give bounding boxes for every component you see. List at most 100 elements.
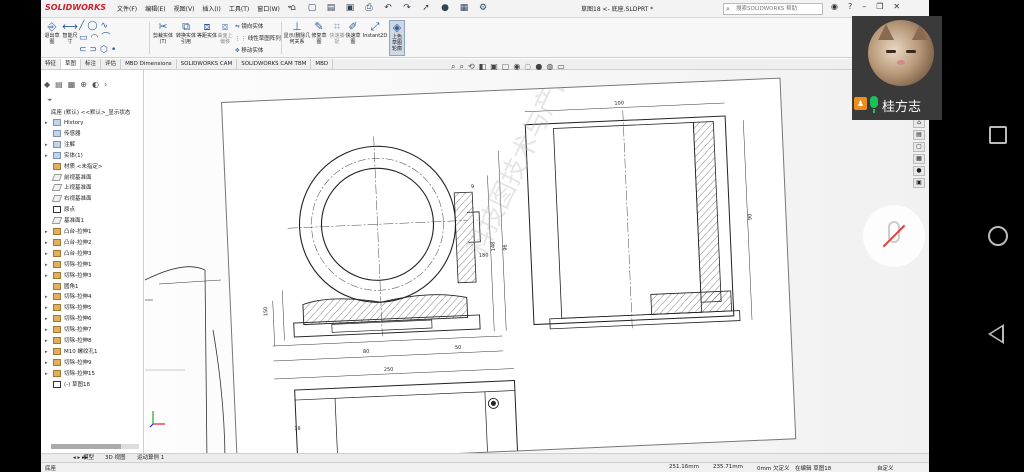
design-library-icon[interactable]: ▤	[913, 130, 925, 140]
trim-entities-button[interactable]: ✂ 剪裁实体(T)	[151, 20, 175, 45]
menu-edit[interactable]: 编辑(E)	[145, 4, 165, 13]
expand-arrow-icon[interactable]: ▸	[45, 238, 53, 248]
exit-sketch-button[interactable]: ⎆ 退出草图	[43, 20, 61, 45]
tree-item[interactable]: 原点	[45, 205, 75, 215]
tree-item[interactable]: ▸ 切除-拉伸15	[45, 369, 95, 379]
tree-item[interactable]: 上视基准面	[45, 183, 92, 193]
select-icon[interactable]: ➚	[420, 2, 432, 15]
redo-icon[interactable]: ↷	[401, 2, 413, 15]
tree-item[interactable]: ▸ 切除-拉伸3	[45, 271, 91, 281]
quick-snap-button[interactable]: ⌗ 快速捕捉	[329, 20, 345, 45]
graphics-area[interactable]: 148 96 80 50 150 9 180 100 90 250 18 科技图…	[145, 70, 929, 463]
mute-microphone-button[interactable]	[863, 205, 925, 267]
user-icon[interactable]: ◉	[831, 2, 838, 11]
tree-item[interactable]: ▸ 凸台-拉伸2	[45, 238, 91, 248]
back-button-icon[interactable]	[988, 324, 1004, 344]
expand-arrow-icon[interactable]: ▸	[45, 260, 53, 270]
tree-item[interactable]: 圆角1	[45, 282, 79, 292]
move-entities-button[interactable]: ✥ 移动实体	[235, 46, 263, 54]
minimize-icon[interactable]: –	[862, 2, 866, 11]
display-manager-tab-icon[interactable]: ◐	[92, 80, 99, 89]
tree-item[interactable]: ▸ 切除-拉伸5	[45, 303, 91, 313]
tree-root[interactable]: 底座 (默认) <<默认>_显示状态	[51, 108, 130, 116]
recent-apps-icon[interactable]	[989, 126, 1007, 144]
tree-item[interactable]: 前视基准面	[45, 173, 92, 183]
new-icon[interactable]: ▢	[306, 2, 318, 15]
expand-arrow-icon[interactable]: ▸	[45, 303, 53, 313]
smart-dimension-button[interactable]: ⟷ 智能尺寸	[61, 20, 79, 45]
menu-tools[interactable]: 工具(T)	[229, 4, 249, 13]
expand-arrow-icon[interactable]: ▸	[45, 314, 53, 324]
expand-arrow-icon[interactable]: ▸	[45, 271, 53, 281]
restore-icon[interactable]: ❐	[876, 2, 883, 11]
tab-features[interactable]: 特征	[41, 59, 62, 69]
undo-icon[interactable]: ↶	[382, 2, 394, 15]
home-icon[interactable]: ⌂	[287, 2, 299, 15]
expand-arrow-icon[interactable]: ▸	[45, 369, 53, 379]
expand-arrow-icon[interactable]: ▸	[45, 118, 53, 128]
tree-item[interactable]: 右视基准面	[45, 194, 92, 204]
tree-item[interactable]: ▸ 切除-拉伸7	[45, 325, 91, 335]
display-delete-relations-button[interactable]: ⊥ 显示/删除几何关系	[283, 20, 311, 45]
expand-arrow-icon[interactable]: ▸	[45, 140, 53, 150]
menu-file[interactable]: 文件(F)	[117, 4, 137, 13]
tree-item[interactable]: (-) 草图18	[45, 380, 90, 390]
menu-insert[interactable]: 插入(I)	[202, 4, 220, 13]
repair-sketch-button[interactable]: ✎ 修复草图	[311, 20, 327, 45]
filter-icon[interactable]: ⏷	[47, 96, 53, 105]
feature-tree-tab-icon[interactable]: ◆	[44, 80, 50, 89]
tab-solidworks-cam-tbm[interactable]: SOLIDWORKS CAM TBM	[237, 59, 312, 69]
rapid-sketch-button[interactable]: ✐ 快速草图	[345, 20, 361, 45]
expand-arrow-icon[interactable]: ▸	[45, 151, 53, 161]
save-icon[interactable]: ▣	[344, 2, 356, 15]
scrollbar-thumb[interactable]	[51, 444, 121, 449]
view-palette-icon[interactable]: ▦	[913, 154, 925, 164]
file-properties-icon[interactable]: ▦	[458, 2, 470, 15]
expand-arrow-icon[interactable]: ▸	[45, 325, 53, 335]
tree-item[interactable]: ▸ M10 螺纹孔1	[45, 347, 98, 357]
tree-item[interactable]: ▸ 凸台-拉伸1	[45, 227, 91, 237]
convert-entities-button[interactable]: ⧉ 转换实体引用	[175, 20, 197, 45]
tree-item[interactable]: ▸ 切除-拉伸8	[45, 336, 91, 346]
options-icon[interactable]: ⚙	[477, 2, 489, 15]
sketch-tools-grid[interactable]: ╱◯∿ ▭◠⌒ ⊂⊃⬡•	[79, 20, 147, 56]
expand-arrow-icon[interactable]: ▸	[45, 249, 53, 259]
open-icon[interactable]: ▤	[325, 2, 337, 15]
tree-item[interactable]: 基准面1	[45, 216, 84, 226]
participant-video-tile[interactable]: ♟ 桂方志	[852, 16, 942, 120]
tab-solidworks-cam[interactable]: SOLIDWORKS CAM	[177, 59, 238, 69]
property-manager-tab-icon[interactable]: ▤	[55, 80, 63, 89]
tab-sketch[interactable]: 草图	[61, 59, 82, 69]
menu-view[interactable]: 视图(V)	[174, 4, 195, 13]
tree-item[interactable]: ▸ 实体(1)	[45, 151, 83, 161]
close-icon[interactable]: ✕	[893, 2, 900, 11]
tree-item[interactable]: ▸ 注解	[45, 140, 75, 150]
help-search-input[interactable]: ⌕ 搜索SOLIDWORKS 帮助	[723, 3, 823, 15]
menu-window[interactable]: 窗口(W)	[257, 4, 280, 13]
tree-item[interactable]: ▸ 切除-拉伸9	[45, 358, 91, 368]
shaded-sketch-contours-button[interactable]: ◈ 上色草图轮廓	[389, 20, 405, 56]
configuration-tab-icon[interactable]: ▦	[68, 80, 76, 89]
home-button-icon[interactable]	[988, 226, 1008, 246]
print-icon[interactable]: ⎙	[363, 2, 375, 15]
tree-item[interactable]: ▸ History	[45, 118, 84, 128]
traffic-light-icon[interactable]: ●	[439, 2, 451, 15]
custom-properties-icon[interactable]: ▣	[913, 178, 925, 188]
tree-item[interactable]: 材质 <未指定>	[45, 162, 102, 172]
file-explorer-icon[interactable]: ▢	[913, 142, 925, 152]
tab-mbd-dimensions[interactable]: MBD Dimensions	[121, 59, 177, 69]
expand-arrow-icon[interactable]: ▸	[45, 292, 53, 302]
expand-arrow-icon[interactable]: ▸	[45, 227, 53, 237]
help-icon[interactable]: ?	[848, 2, 852, 11]
tab-evaluate[interactable]: 评估	[101, 59, 122, 69]
expand-arrow-icon[interactable]: ▸	[45, 336, 53, 346]
expand-arrow-icon[interactable]: ▸	[45, 347, 53, 357]
expand-tabs-icon[interactable]: ›	[104, 80, 107, 89]
status-units[interactable]: 自定义	[877, 464, 894, 472]
appearances-icon[interactable]: ●	[913, 166, 925, 176]
mirror-entities-button[interactable]: ⇋ 镜向实体	[235, 22, 263, 30]
linear-pattern-button[interactable]: ⋮⋮ 线性草图阵列	[235, 34, 281, 42]
tab-markup[interactable]: 标注	[81, 59, 102, 69]
offset-entities-button[interactable]: ⧈ 等距实体	[197, 20, 217, 39]
tree-horizontal-scrollbar[interactable]	[51, 444, 139, 449]
